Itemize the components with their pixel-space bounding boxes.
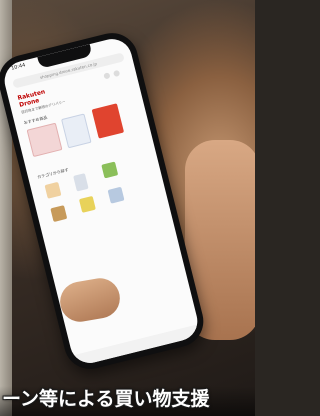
- caption-text: ーン等による買い物支援: [2, 388, 210, 410]
- caption-band: ーン等による買い物支援: [0, 386, 255, 416]
- status-time: 10:44: [10, 62, 27, 72]
- menu-icon[interactable]: [112, 69, 121, 78]
- cart-icon[interactable]: [103, 72, 111, 80]
- photo-scene: 10:44 shopping.drone.rakuten.co.jp Rakut…: [0, 0, 255, 416]
- category-icon-daily[interactable]: [78, 195, 96, 213]
- product-card-snack[interactable]: [26, 122, 63, 158]
- category-icon-drink[interactable]: [73, 173, 89, 192]
- product-card-drink[interactable]: [91, 103, 125, 139]
- category-icon-goods[interactable]: [107, 186, 125, 204]
- section-title-category: カテゴリから探す: [36, 167, 70, 180]
- category-icon-produce[interactable]: [101, 161, 119, 179]
- category-icon-bakery[interactable]: [50, 205, 68, 223]
- product-card-bread[interactable]: [61, 113, 92, 149]
- category-icon-food[interactable]: [44, 181, 62, 199]
